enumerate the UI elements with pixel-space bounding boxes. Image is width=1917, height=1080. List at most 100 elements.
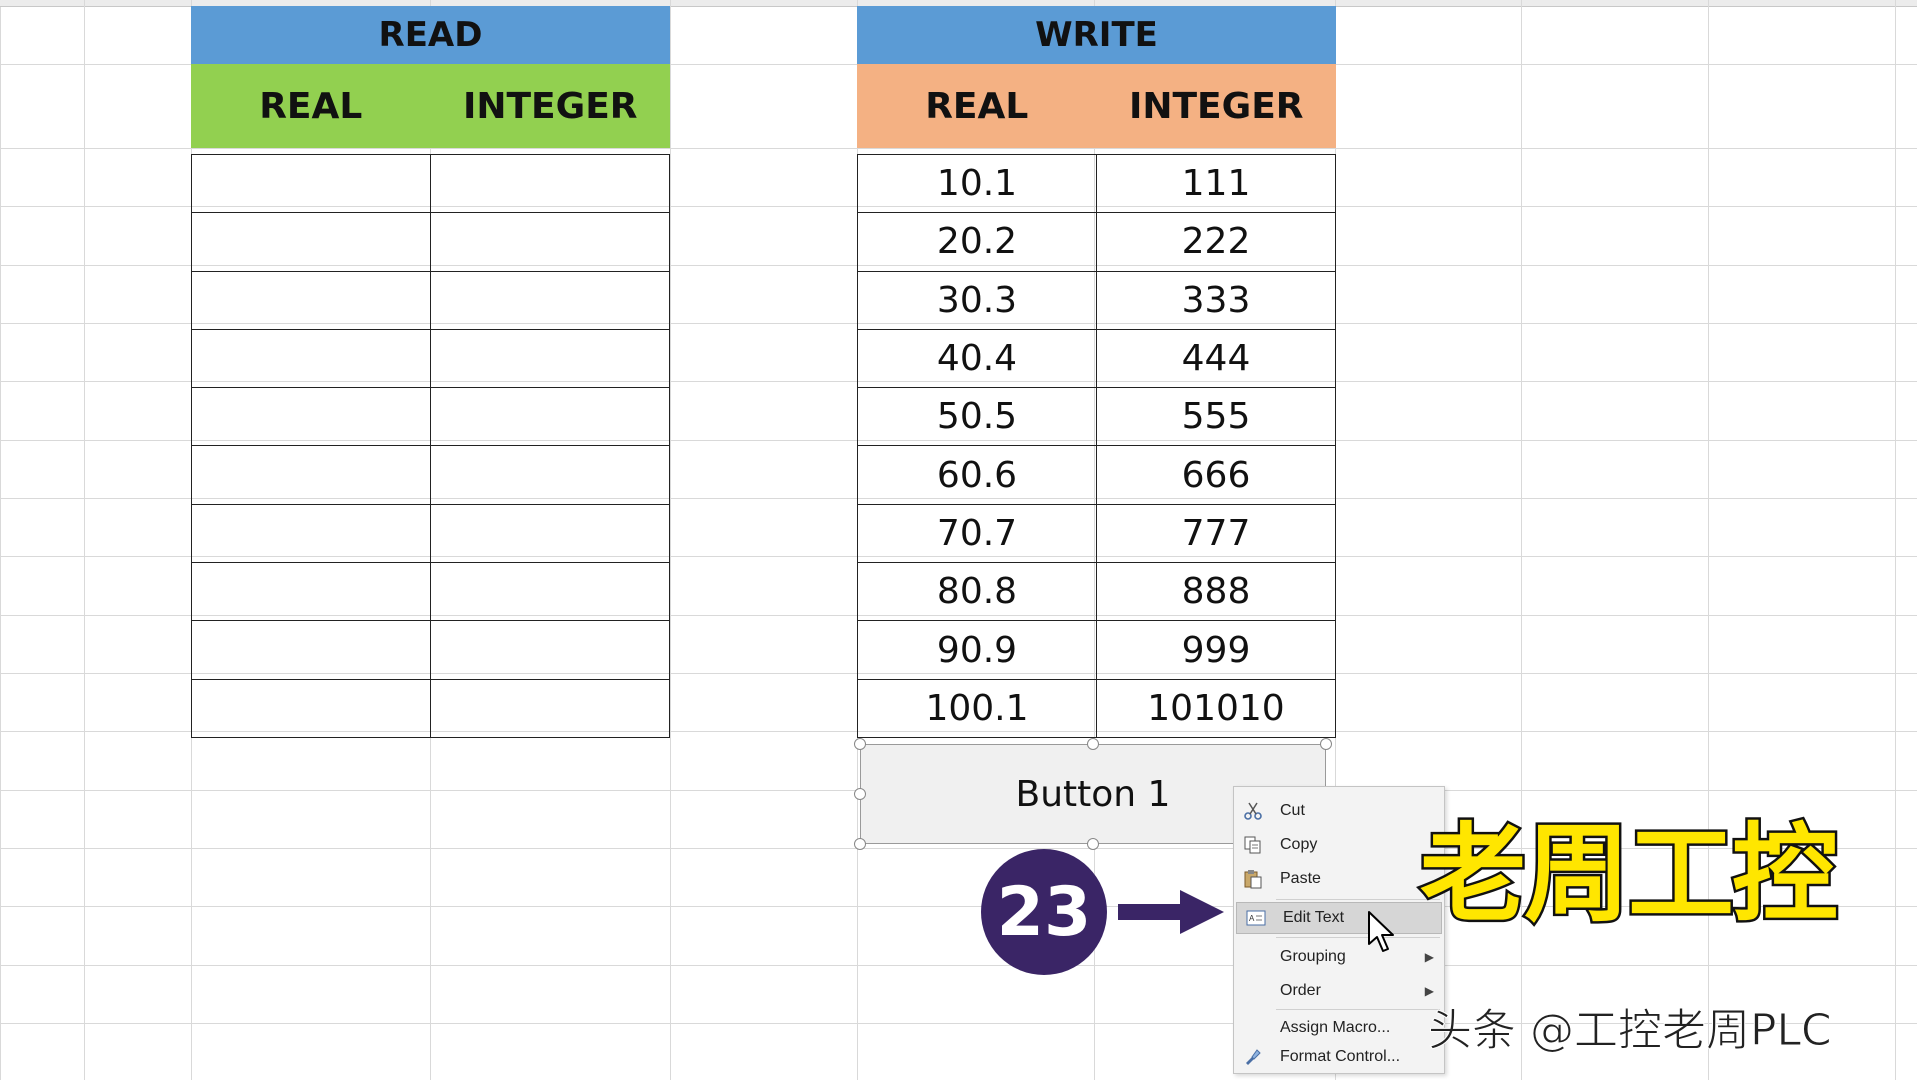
- table-cell[interactable]: [192, 388, 431, 447]
- table-row: 20.2 222: [858, 213, 1336, 272]
- resize-handle-left[interactable]: [854, 788, 866, 800]
- table-cell[interactable]: 40.4: [858, 329, 1097, 389]
- table-cell[interactable]: 90.9: [858, 621, 1097, 680]
- menu-item-label: Paste: [1280, 870, 1321, 887]
- table-cell[interactable]: 666: [1097, 446, 1336, 505]
- table-cell[interactable]: [192, 155, 431, 214]
- table-cell[interactable]: [431, 329, 670, 389]
- menu-item-order[interactable]: Order ▶: [1234, 975, 1444, 1007]
- paste-icon: [1242, 868, 1264, 890]
- table-cell[interactable]: [192, 621, 431, 680]
- step-number-badge: 23: [981, 849, 1107, 975]
- table-cell[interactable]: [431, 679, 670, 738]
- menu-separator: [1276, 1009, 1440, 1010]
- table-cell[interactable]: [431, 388, 670, 447]
- resize-handle-bottom-left[interactable]: [854, 838, 866, 850]
- table-cell[interactable]: 777: [1097, 504, 1336, 564]
- table-cell[interactable]: 444: [1097, 329, 1336, 389]
- mouse-cursor-icon: [1368, 911, 1394, 952]
- table-cell[interactable]: 222: [1097, 213, 1336, 272]
- resize-handle-top-left[interactable]: [854, 738, 866, 750]
- write-table: WRITE REAL INTEGER 10.1 111 20.2 222 30.3 3…: [857, 6, 1336, 738]
- grid-line: [1895, 0, 1896, 1080]
- table-cell[interactable]: 111: [1097, 155, 1336, 214]
- table-cell[interactable]: 20.2: [858, 213, 1097, 272]
- pointer-arrow-icon: [1118, 890, 1224, 934]
- read-table: READ REAL INTEGER: [191, 6, 670, 738]
- table-row: [192, 679, 670, 738]
- table-row: 80.8 888: [858, 563, 1336, 622]
- table-row: [192, 155, 670, 214]
- table-cell[interactable]: [192, 563, 431, 622]
- format-control-icon: [1242, 1046, 1264, 1068]
- menu-item-cut[interactable]: Cut: [1234, 795, 1444, 827]
- read-table-body: [191, 154, 670, 738]
- table-cell[interactable]: [192, 679, 431, 738]
- context-menu: Cut Copy Paste A Edit Text Grouping ▶ Or…: [1233, 786, 1445, 1074]
- menu-separator: [1276, 937, 1440, 938]
- table-row: [192, 388, 670, 447]
- table-cell[interactable]: [431, 446, 670, 505]
- resize-handle-bottom[interactable]: [1087, 838, 1099, 850]
- table-cell[interactable]: 80.8: [858, 563, 1097, 622]
- write-table-title: WRITE: [857, 6, 1336, 64]
- table-row: 30.3 333: [858, 271, 1336, 330]
- table-cell[interactable]: 60.6: [858, 446, 1097, 505]
- copy-icon: [1242, 834, 1264, 856]
- grid-line: [670, 0, 671, 1080]
- grid-line: [84, 0, 85, 1080]
- read-table-header: REAL INTEGER: [191, 64, 670, 148]
- menu-item-label: Edit Text: [1283, 909, 1345, 926]
- menu-item-label: Cut: [1280, 802, 1305, 819]
- menu-item-edit-text[interactable]: A Edit Text: [1236, 902, 1442, 934]
- table-cell[interactable]: 10.1: [858, 155, 1097, 214]
- read-table-title: READ: [191, 6, 670, 64]
- menu-item-label: Order: [1280, 982, 1321, 999]
- edit-text-icon: A: [1245, 907, 1267, 929]
- table-cell[interactable]: 999: [1097, 621, 1336, 680]
- table-cell[interactable]: [192, 213, 431, 272]
- menu-separator: [1276, 899, 1440, 900]
- table-cell[interactable]: [431, 504, 670, 564]
- table-cell[interactable]: 555: [1097, 388, 1336, 447]
- resize-handle-top-right[interactable]: [1320, 738, 1332, 750]
- table-row: 100.1 101010: [858, 679, 1336, 738]
- table-cell[interactable]: 50.5: [858, 388, 1097, 447]
- table-cell[interactable]: [192, 504, 431, 564]
- table-cell[interactable]: 30.3: [858, 271, 1097, 330]
- table-cell[interactable]: [431, 621, 670, 680]
- menu-item-label: Grouping: [1280, 948, 1346, 965]
- table-cell[interactable]: 70.7: [858, 504, 1097, 564]
- menu-item-label: Copy: [1280, 836, 1318, 853]
- table-cell[interactable]: [431, 271, 670, 330]
- table-cell[interactable]: [192, 271, 431, 330]
- table-cell[interactable]: [192, 446, 431, 505]
- menu-item-label: Format Control...: [1280, 1048, 1401, 1065]
- table-row: [192, 213, 670, 272]
- brand-watermark: 老周工控: [1418, 811, 1841, 939]
- table-row: [192, 563, 670, 622]
- table-cell[interactable]: [431, 563, 670, 622]
- svg-text:A: A: [1249, 914, 1255, 923]
- table-cell[interactable]: [431, 155, 670, 214]
- table-cell[interactable]: [192, 329, 431, 389]
- write-table-header: REAL INTEGER: [857, 64, 1336, 148]
- table-cell[interactable]: 100.1: [858, 679, 1097, 738]
- grid-line: [0, 965, 1917, 966]
- menu-item-grouping[interactable]: Grouping ▶: [1234, 941, 1444, 973]
- attribution-watermark: 头条 @工控老周PLC: [1428, 1005, 1833, 1057]
- table-cell[interactable]: 888: [1097, 563, 1336, 622]
- table-row: [192, 271, 670, 330]
- write-header-integer: INTEGER: [1128, 85, 1304, 127]
- table-row: [192, 504, 670, 564]
- resize-handle-top[interactable]: [1087, 738, 1099, 750]
- menu-item-paste[interactable]: Paste: [1234, 863, 1444, 895]
- read-header-integer: INTEGER: [462, 85, 638, 127]
- menu-item-copy[interactable]: Copy: [1234, 829, 1444, 861]
- write-table-body: 10.1 111 20.2 222 30.3 333 40.4 444 50.5 555 …: [857, 154, 1336, 738]
- menu-item-format-control[interactable]: Format Control...: [1234, 1041, 1444, 1073]
- table-cell[interactable]: 333: [1097, 271, 1336, 330]
- menu-item-assign-macro[interactable]: Assign Macro...: [1234, 1012, 1444, 1044]
- table-cell[interactable]: [431, 213, 670, 272]
- table-cell[interactable]: 101010: [1097, 679, 1336, 738]
